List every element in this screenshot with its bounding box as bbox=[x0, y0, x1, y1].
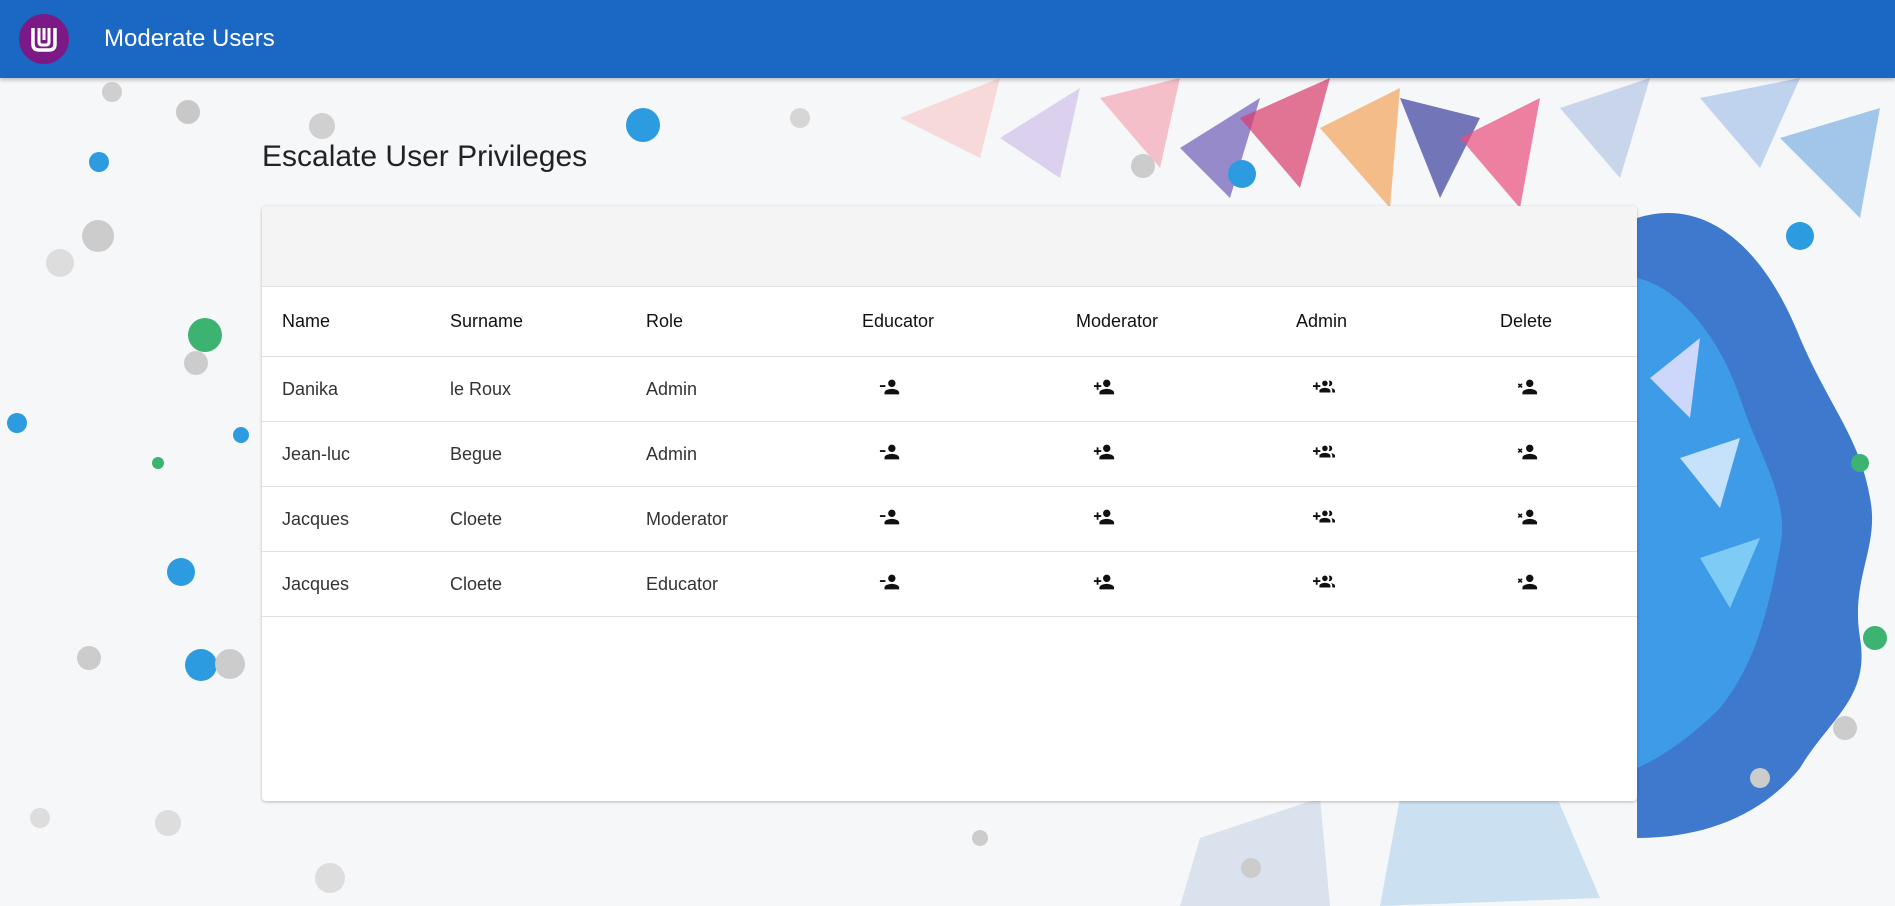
university-logo-icon[interactable] bbox=[19, 14, 69, 64]
app-bar: Moderate Users bbox=[0, 0, 1895, 78]
group-add-icon[interactable] bbox=[1312, 440, 1336, 464]
person-delete-icon[interactable] bbox=[1515, 505, 1539, 529]
cell-name: Jean-luc bbox=[262, 421, 450, 487]
cell-name: Jacques bbox=[262, 551, 450, 617]
cell-name: Jacques bbox=[262, 486, 450, 552]
person-remove-icon[interactable] bbox=[878, 570, 902, 594]
person-remove-icon[interactable] bbox=[878, 505, 902, 529]
column-header-moderator: Moderator bbox=[1056, 287, 1276, 357]
cell-role: Educator bbox=[646, 551, 842, 617]
group-add-icon[interactable] bbox=[1312, 375, 1336, 399]
column-header-role[interactable]: Role bbox=[646, 287, 842, 357]
app-title: Moderate Users bbox=[104, 25, 275, 52]
person-add-icon[interactable] bbox=[1092, 440, 1116, 464]
cell-surname: Begue bbox=[450, 421, 646, 487]
cell-surname: Cloete bbox=[450, 486, 646, 552]
cell-role: Admin bbox=[646, 356, 842, 422]
person-remove-icon[interactable] bbox=[878, 375, 902, 399]
person-delete-icon[interactable] bbox=[1515, 440, 1539, 464]
person-add-icon[interactable] bbox=[1092, 505, 1116, 529]
group-add-icon[interactable] bbox=[1312, 570, 1336, 594]
table-row: Jean-luc Begue Admin bbox=[262, 421, 1637, 487]
person-delete-icon[interactable] bbox=[1515, 375, 1539, 399]
column-header-delete: Delete bbox=[1478, 287, 1637, 357]
cell-surname: le Roux bbox=[450, 356, 646, 422]
person-add-icon[interactable] bbox=[1092, 570, 1116, 594]
cell-role: Moderator bbox=[646, 486, 842, 552]
users-table: Name Surname Role Educator Moderator Adm… bbox=[262, 287, 1637, 617]
column-header-educator: Educator bbox=[842, 287, 1056, 357]
table-row: Jacques Cloete Moderator bbox=[262, 486, 1637, 552]
page-title: Escalate User Privileges bbox=[262, 140, 588, 173]
column-header-surname[interactable]: Surname bbox=[450, 287, 646, 357]
group-add-icon[interactable] bbox=[1312, 505, 1336, 529]
table-row: Danika le Roux Admin bbox=[262, 356, 1637, 422]
table-header-row: Name Surname Role Educator Moderator Adm… bbox=[262, 287, 1637, 357]
cell-surname: Cloete bbox=[450, 551, 646, 617]
column-header-name[interactable]: Name bbox=[262, 287, 450, 357]
table-toolbar bbox=[262, 206, 1637, 287]
table-row: Jacques Cloete Educator bbox=[262, 551, 1637, 617]
cell-role: Admin bbox=[646, 421, 842, 487]
column-header-admin: Admin bbox=[1276, 287, 1478, 357]
cell-name: Danika bbox=[262, 356, 450, 422]
person-add-icon[interactable] bbox=[1092, 375, 1116, 399]
person-remove-icon[interactable] bbox=[878, 440, 902, 464]
users-table-card: Name Surname Role Educator Moderator Adm… bbox=[262, 206, 1637, 801]
person-delete-icon[interactable] bbox=[1515, 570, 1539, 594]
